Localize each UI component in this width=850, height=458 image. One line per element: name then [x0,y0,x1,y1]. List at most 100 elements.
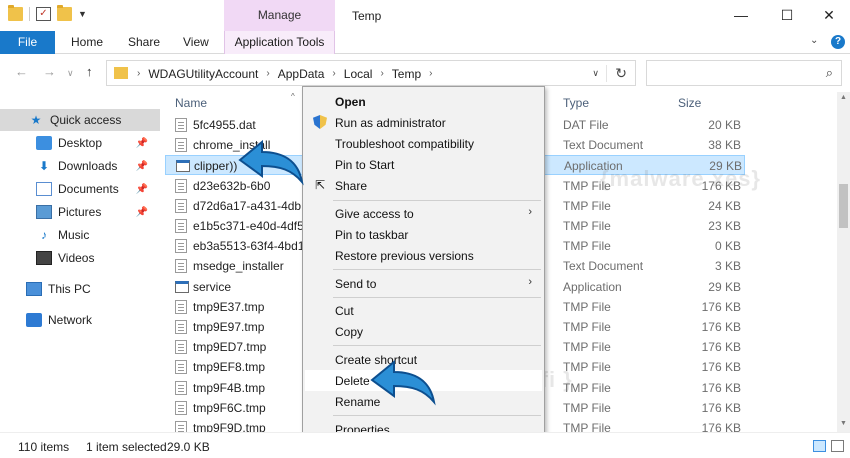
nav-item-documents[interactable]: Documents 📌 [0,178,160,200]
ribbon-tabs: File Home Share View Application Tools ⌄… [0,31,850,54]
folder-icon[interactable] [8,5,23,21]
menu-item-give-access-to[interactable]: Give access to › [305,203,542,224]
nav-item-label: Network [48,313,93,327]
scroll-down-icon[interactable]: ▼ [840,420,847,427]
recent-locations-icon[interactable]: ∨ [67,68,74,79]
file-name: tmp9ED7.tmp [193,340,267,355]
manage-tab[interactable]: Manage [224,0,335,31]
vertical-scrollbar[interactable]: ▲ ▼ [837,92,850,432]
breadcrumb-item[interactable]: Temp [392,67,421,81]
menu-item-run-as-administrator[interactable]: Run as administrator [305,112,542,133]
refresh-icon[interactable]: ↻ [606,65,627,82]
document-file-icon [175,320,187,334]
maximize-button[interactable]: ☐ [764,0,810,31]
nav-item-this-pc[interactable]: This PC [0,278,160,300]
scrollbar-thumb[interactable] [839,184,848,228]
menu-item-troubleshoot-compatibility[interactable]: Troubleshoot compatibility [305,133,542,154]
address-bar[interactable]: › WDAGUtilityAccount › AppData › Local ›… [106,60,636,86]
breadcrumb-separator[interactable]: › [380,67,383,81]
address-dropdown-icon[interactable]: ∨ [592,68,599,79]
menu-item-copy[interactable]: Copy [305,321,542,342]
nav-item-downloads[interactable]: ⬇ Downloads 📌 [0,155,160,177]
file-name: d72d6a17-a431-4db [193,198,302,213]
document-file-icon [175,360,187,375]
file-name: tmp9E97.tmp [193,320,265,334]
desktop-icon [36,136,52,150]
shield-icon [313,115,327,129]
menu-item-open[interactable]: Open [305,91,542,112]
help-icon[interactable]: ? [831,35,845,49]
menu-item-pin-to-start[interactable]: Pin to Start [305,154,542,175]
scroll-up-icon[interactable]: ▲ [840,94,847,101]
breadcrumb-separator[interactable]: › [429,67,432,81]
menu-item-pin-to-taskbar[interactable]: Pin to taskbar [305,224,542,245]
pointer-arrow-icon [238,139,304,186]
menu-item-label: Send to [335,277,377,291]
up-arrow-icon[interactable]: ↑ [86,64,93,79]
tab-home[interactable]: Home [71,31,103,54]
pin-icon[interactable]: 📌 [136,207,148,218]
file-name: service [193,279,232,294]
nav-item-desktop[interactable]: Desktop 📌 [0,132,160,154]
tab-file[interactable]: File [0,31,55,54]
nav-item-videos[interactable]: Videos [0,247,160,269]
pin-icon[interactable]: 📌 [136,161,148,172]
file-size: 3 KB [714,259,741,274]
close-button[interactable]: ✕ [806,0,850,31]
menu-item-restore-previous-versions[interactable]: Restore previous versions [305,245,542,266]
document-file-icon [175,400,187,415]
nav-item-quick-access[interactable]: ★ Quick access [0,109,160,131]
file-size: 29 KB [708,279,741,294]
file-type: TMP File [563,219,611,233]
menu-separator [333,345,541,346]
share-icon: ⇱ [314,178,326,192]
expand-ribbon-icon[interactable]: ⌄ [810,35,818,46]
tab-application-tools[interactable]: Application Tools [224,31,335,54]
breadcrumb-separator[interactable]: › [332,67,335,81]
nav-item-music[interactable]: ♪ Music [0,224,160,246]
menu-item-label: Run as administrator [335,116,446,130]
tab-share[interactable]: Share [128,31,160,54]
breadcrumb-item[interactable]: Local [344,67,373,81]
menu-item-share[interactable]: ⇱ Share [305,175,542,196]
file-name: tmp9F6C.tmp [193,400,266,415]
breadcrumb-item[interactable]: AppData [278,67,325,81]
breadcrumb-separator[interactable]: › [137,67,140,81]
column-header-type[interactable]: Type [563,96,589,110]
forward-arrow-icon[interactable]: → [43,64,56,79]
menu-item-send-to[interactable]: Send to › [305,273,542,294]
nav-item-label: Desktop [58,136,103,150]
pin-icon[interactable]: 📌 [136,184,148,195]
back-arrow-icon[interactable]: ← [15,64,28,79]
document-file-icon [175,239,187,254]
minimize-button[interactable]: — [718,0,764,31]
column-header-size[interactable]: Size [678,96,701,110]
properties-check-icon[interactable]: ✓ [36,7,51,21]
star-icon: ★ [30,113,42,127]
file-size: 0 KB [714,239,741,254]
details-view-icon[interactable] [813,440,826,452]
document-file-icon [175,299,187,314]
customize-toolbar-icon[interactable]: ▼ [78,9,87,19]
menu-item-cut[interactable]: Cut [305,300,542,321]
search-input[interactable]: ⌕ [646,60,842,86]
breadcrumb-item[interactable]: WDAGUtilityAccount [148,67,258,81]
column-header-name[interactable]: Name [175,96,207,110]
nav-item-label: Pictures [58,205,102,219]
breadcrumb-separator[interactable]: › [266,67,269,81]
nav-item-network[interactable]: Network [0,309,160,331]
large-icons-view-icon[interactable] [831,440,844,452]
menu-item-label: Copy [335,325,364,339]
pin-icon[interactable]: 📌 [136,138,148,149]
search-icon[interactable]: ⌕ [826,65,833,81]
watermark-text: {malware xes} [600,166,761,191]
document-file-icon [175,259,187,274]
file-type: TMP File [563,320,611,334]
nav-item-pictures[interactable]: Pictures 📌 [0,201,160,223]
column-header-label: Size [678,96,702,110]
menu-separator [333,415,541,416]
tab-view[interactable]: View [183,31,209,54]
computer-icon [26,282,42,296]
file-type: Text Document [563,138,644,153]
new-folder-icon[interactable] [57,5,72,21]
